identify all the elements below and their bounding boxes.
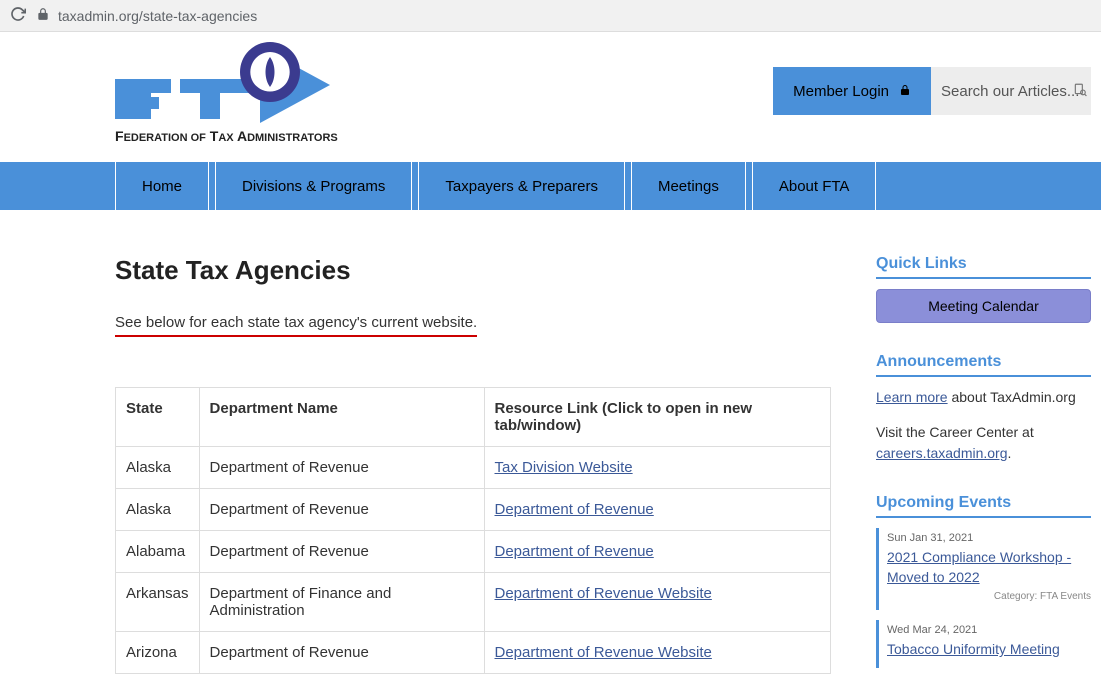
cell-dept: Department of Revenue (199, 447, 484, 489)
quick-links-block: Quick Links Meeting Calendar (876, 255, 1091, 323)
cell-link: Department of Revenue Website (484, 573, 831, 632)
nav-item-meetings[interactable]: Meetings (631, 162, 746, 210)
table-row: AlabamaDepartment of RevenueDepartment o… (116, 531, 831, 573)
nav-item-taxpayers-preparers[interactable]: Taxpayers & Preparers (418, 162, 625, 210)
login-label: Member Login (793, 83, 889, 100)
table-row: AlaskaDepartment of RevenueDepartment of… (116, 489, 831, 531)
page-subtitle: See below for each state tax agency's cu… (115, 314, 477, 337)
cell-link: Department of Revenue (484, 531, 831, 573)
cell-state: Arizona (116, 632, 200, 674)
meeting-calendar-button[interactable]: Meeting Calendar (876, 289, 1091, 323)
nav-item-home[interactable]: Home (115, 162, 209, 210)
svg-text:FEDERATION OF TAX ADMINISTRATO: FEDERATION OF TAX ADMINISTRATORS (115, 128, 338, 144)
reload-icon[interactable] (10, 6, 26, 25)
table-row: ArizonaDepartment of Revenue Department o… (116, 632, 831, 674)
nav-item-about-fta[interactable]: About FTA (752, 162, 877, 210)
resource-link[interactable]: Department of Revenue Website (495, 644, 712, 661)
cell-state: Alabama (116, 531, 200, 573)
cell-state: Arkansas (116, 573, 200, 632)
learn-more-link[interactable]: Learn more (876, 389, 948, 405)
url-text: taxadmin.org/state-tax-agencies (58, 8, 257, 24)
agencies-table: StateDepartment NameResource Link (Click… (115, 387, 831, 674)
upcoming-events-block: Upcoming Events Sun Jan 31, 2021 2021 Com… (876, 494, 1091, 668)
resource-link[interactable]: Tax Division Website (495, 459, 633, 476)
career-tail: . (1008, 445, 1012, 461)
table-header: Resource Link (Click to open in new tab/… (484, 388, 831, 447)
table-header: Department Name (199, 388, 484, 447)
resource-link[interactable]: Department of Revenue (495, 501, 654, 518)
cell-dept: Department of Finance and Administration (199, 573, 484, 632)
event-item: Sun Jan 31, 2021 2021 Compliance Workshop… (876, 528, 1091, 610)
lock-icon (36, 7, 50, 24)
site-header: FEDERATION OF TAX ADMINISTRATORS Member … (0, 32, 1101, 150)
lock-icon (899, 83, 911, 100)
career-pre: Visit the Career Center at (876, 424, 1034, 440)
career-link[interactable]: careers.taxadmin.org (876, 445, 1008, 461)
event-date: Sun Jan 31, 2021 (887, 532, 1091, 544)
event-link[interactable]: Tobacco Uniformity Meeting (887, 640, 1091, 660)
announcements-heading: Announcements (876, 353, 1091, 377)
cell-dept: Department of Revenue (199, 531, 484, 573)
quick-links-heading: Quick Links (876, 255, 1091, 279)
event-item: Wed Mar 24, 2021 Tobacco Uniformity Meeti… (876, 620, 1091, 668)
main-nav: HomeDivisions & ProgramsTaxpayers & Prep… (0, 162, 1101, 210)
resource-link[interactable]: Department of Revenue (495, 543, 654, 560)
table-row: AlaskaDepartment of Revenue Tax Division … (116, 447, 831, 489)
member-login-button[interactable]: Member Login (773, 67, 931, 115)
event-category: Category: FTA Events (887, 591, 1091, 602)
cell-state: Alaska (116, 489, 200, 531)
cell-link: Department of Revenue (484, 489, 831, 531)
cell-link: Department of Revenue Website (484, 632, 831, 674)
announcements-block: Announcements Learn more about TaxAdmin.… (876, 353, 1091, 464)
table-header: State (116, 388, 200, 447)
resource-link[interactable]: Department of Revenue Website (495, 585, 712, 602)
page-title: State Tax Agencies (115, 255, 831, 286)
search-input[interactable] (941, 83, 1081, 100)
events-heading: Upcoming Events (876, 494, 1091, 518)
url-bar[interactable]: taxadmin.org/state-tax-agencies (36, 5, 1091, 26)
nav-item-divisions-programs[interactable]: Divisions & Programs (215, 162, 412, 210)
event-date: Wed Mar 24, 2021 (887, 624, 1091, 636)
learn-more-tail: about TaxAdmin.org (948, 389, 1076, 405)
cell-state: Alaska (116, 447, 200, 489)
table-row: ArkansasDepartment of Finance and Admini… (116, 573, 831, 632)
search-icon[interactable] (1073, 83, 1087, 100)
cell-dept: Department of Revenue (199, 489, 484, 531)
search-box (931, 67, 1091, 115)
cell-dept: Department of Revenue (199, 632, 484, 674)
site-logo[interactable]: FEDERATION OF TAX ADMINISTRATORS (110, 37, 350, 150)
cell-link: Tax Division Website (484, 447, 831, 489)
event-link[interactable]: 2021 Compliance Workshop - Moved to 2022 (887, 548, 1091, 587)
browser-address-bar: taxadmin.org/state-tax-agencies (0, 0, 1101, 32)
